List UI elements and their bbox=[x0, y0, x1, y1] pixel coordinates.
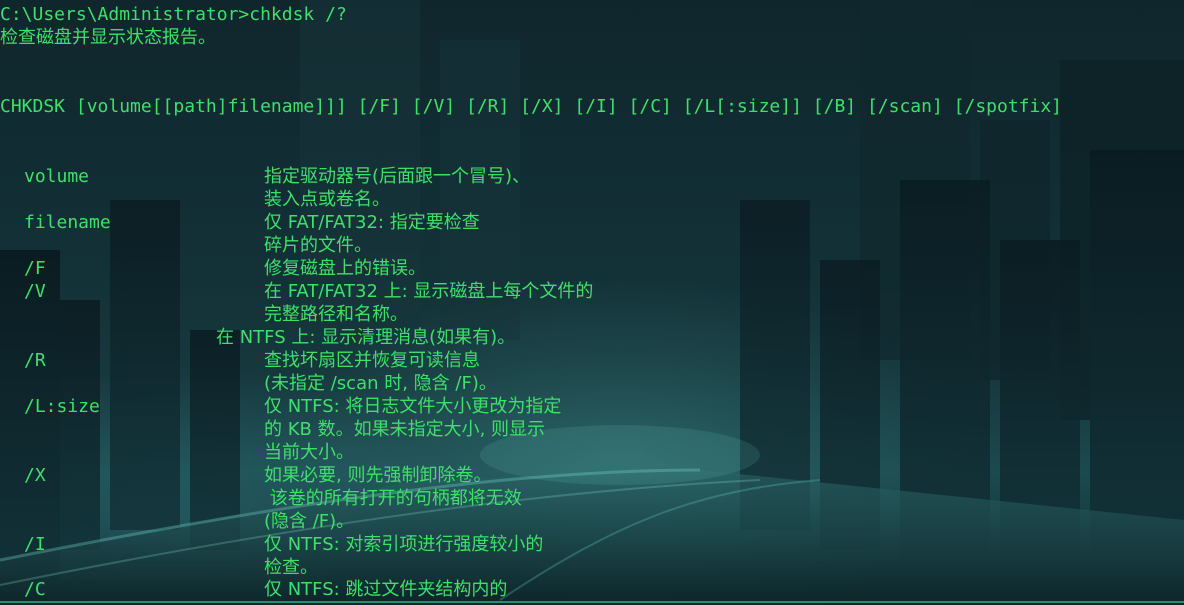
option-desc-line: 碎片的文件。 bbox=[264, 235, 372, 256]
option-flag: /L:size bbox=[24, 396, 100, 417]
option-desc-line: 在 NTFS 上: 显示清理消息(如果有)。 bbox=[216, 327, 516, 348]
option-flag: /F bbox=[24, 258, 46, 279]
command-text: chkdsk /? bbox=[249, 4, 347, 25]
option-desc-line: 完整路径和名称。 bbox=[264, 304, 408, 325]
option-desc-line: (隐含 /F)。 bbox=[264, 511, 355, 532]
option-desc-line: 装入点或卷名。 bbox=[264, 189, 390, 210]
option-flag: /R bbox=[24, 350, 46, 371]
option-desc-line: (未指定 /scan 时, 隐含 /F)。 bbox=[264, 373, 497, 394]
option-desc-line: 指定驱动器号(后面跟一个冒号)、 bbox=[264, 166, 531, 187]
option-desc-line: 仅 FAT/FAT32: 指定要检查 bbox=[264, 212, 480, 233]
option-desc-line: 在 FAT/FAT32 上: 显示磁盘上每个文件的 bbox=[264, 281, 594, 302]
option-flag: /X bbox=[24, 465, 46, 486]
window-bottom-edge bbox=[0, 601, 1184, 603]
option-flag: /I bbox=[24, 534, 46, 555]
description-line: 检查磁盘并显示状态报告。 bbox=[0, 27, 216, 48]
option-desc-line: 的 KB 数。如果未指定大小, 则显示 bbox=[264, 419, 546, 440]
prompt-line: C:\Users\Administrator>chkdsk /? bbox=[0, 4, 347, 26]
option-flag: filename bbox=[24, 212, 111, 233]
option-flag: /V bbox=[24, 281, 46, 302]
command-prompt-console[interactable]: C:\Users\Administrator>chkdsk /? 检查磁盘并显示… bbox=[0, 0, 1184, 605]
option-desc-line: 该卷的所有打开的句柄都将无效 bbox=[264, 488, 522, 509]
option-desc-line: 仅 NTFS: 对索引项进行强度较小的 bbox=[264, 534, 544, 555]
option-desc-line: 仅 NTFS: 将日志文件大小更改为指定 bbox=[264, 396, 562, 417]
option-desc-line: 查找坏扇区并恢复可读信息 bbox=[264, 350, 480, 371]
option-desc-line: 当前大小。 bbox=[264, 442, 354, 463]
option-desc-line: 如果必要, 则先强制卸除卷。 bbox=[264, 465, 492, 486]
option-desc-line: 检查。 bbox=[264, 557, 318, 578]
option-desc-line: 修复磁盘上的错误。 bbox=[264, 258, 426, 279]
syntax-line: CHKDSK [volume[[path]filename]]] [/F] [/… bbox=[0, 96, 1063, 117]
option-flag: /C bbox=[24, 579, 46, 600]
option-desc-line: 仅 NTFS: 跳过文件夹结构内的 bbox=[264, 579, 508, 600]
prompt-path: C:\Users\Administrator> bbox=[0, 4, 250, 25]
option-flag: volume bbox=[24, 166, 90, 187]
